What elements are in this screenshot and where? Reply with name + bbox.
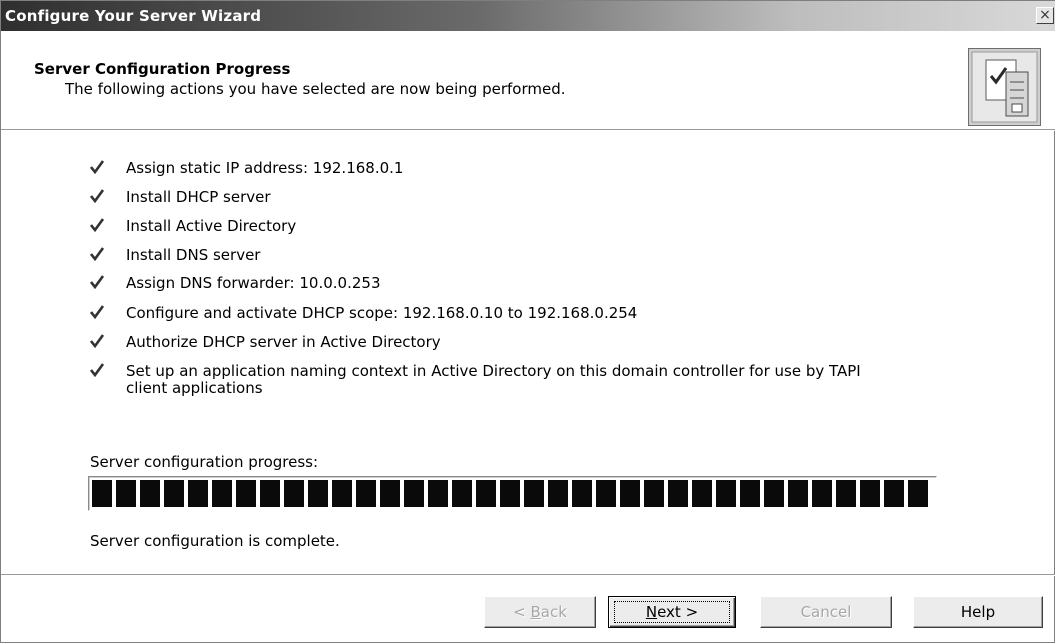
progress-block bbox=[884, 480, 904, 507]
progress-block bbox=[716, 480, 736, 507]
check-icon bbox=[90, 363, 104, 377]
header-divider bbox=[1, 129, 1055, 131]
progress-block bbox=[740, 480, 760, 507]
progress-block bbox=[788, 480, 808, 507]
progress-block bbox=[260, 480, 280, 507]
progress-block bbox=[92, 480, 112, 507]
back-button-accel: B bbox=[530, 603, 541, 621]
progress-block bbox=[140, 480, 160, 507]
progress-block bbox=[404, 480, 424, 507]
focus-ring bbox=[614, 601, 730, 623]
progress-block bbox=[428, 480, 448, 507]
progress-block bbox=[284, 480, 304, 507]
progress-block bbox=[764, 480, 784, 507]
progress-block bbox=[188, 480, 208, 507]
check-icon bbox=[90, 218, 104, 232]
progress-block bbox=[524, 480, 544, 507]
action-label: Install DNS server bbox=[126, 246, 261, 264]
progress-block bbox=[500, 480, 520, 507]
progress-bar bbox=[88, 476, 937, 511]
progress-block bbox=[836, 480, 856, 507]
action-label: Assign static IP address: 192.168.0.1 bbox=[126, 159, 404, 177]
server-checklist-icon bbox=[968, 48, 1041, 126]
check-icon bbox=[90, 189, 104, 203]
status-text: Server configuration is complete. bbox=[90, 532, 340, 550]
back-button-suffix: ack bbox=[540, 603, 567, 621]
progress-block bbox=[812, 480, 832, 507]
progress-block bbox=[356, 480, 376, 507]
next-button[interactable]: Next > bbox=[608, 596, 736, 628]
progress-block bbox=[164, 480, 184, 507]
check-icon bbox=[90, 275, 104, 289]
action-label: Configure and activate DHCP scope: 192.1… bbox=[126, 304, 638, 322]
progress-block bbox=[644, 480, 664, 507]
check-icon bbox=[90, 247, 104, 261]
progress-block bbox=[908, 480, 928, 507]
wizard-window: Configure Your Server Wizard × Server Co… bbox=[0, 0, 1055, 643]
progress-block bbox=[116, 480, 136, 507]
action-label: Install Active Directory bbox=[126, 217, 297, 235]
title-bar[interactable]: Configure Your Server Wizard × bbox=[1, 1, 1055, 31]
progress-block bbox=[692, 480, 712, 507]
progress-block bbox=[596, 480, 616, 507]
close-button[interactable]: × bbox=[1036, 7, 1054, 24]
progress-block bbox=[620, 480, 640, 507]
progress-block bbox=[860, 480, 880, 507]
back-button-prefix: < bbox=[513, 603, 531, 621]
progress-block bbox=[572, 480, 592, 507]
help-button-label: Help bbox=[960, 603, 996, 621]
page-heading: Server Configuration Progress bbox=[34, 60, 291, 78]
progress-label: Server configuration progress: bbox=[90, 453, 319, 471]
progress-block bbox=[668, 480, 688, 507]
footer-divider bbox=[1, 574, 1055, 576]
check-icon bbox=[90, 334, 104, 348]
progress-block bbox=[212, 480, 232, 507]
action-label: Set up an application naming context in … bbox=[126, 362, 861, 397]
progress-fill bbox=[92, 480, 935, 507]
check-icon bbox=[90, 305, 104, 319]
progress-block bbox=[548, 480, 568, 507]
cancel-button-label: Cancel bbox=[800, 603, 852, 621]
action-label: Authorize DHCP server in Active Director… bbox=[126, 333, 441, 351]
page-subheading: The following actions you have selected … bbox=[65, 80, 566, 98]
help-button[interactable]: Help bbox=[913, 596, 1043, 628]
check-icon bbox=[90, 160, 104, 174]
action-label: Assign DNS forwarder: 10.0.0.253 bbox=[126, 274, 381, 292]
cancel-button[interactable]: Cancel bbox=[760, 596, 892, 628]
progress-block bbox=[452, 480, 472, 507]
wizard-header: Server Configuration Progress The follow… bbox=[1, 31, 1055, 129]
back-button[interactable]: < Back bbox=[484, 596, 596, 628]
close-icon: × bbox=[1039, 7, 1051, 23]
progress-block bbox=[476, 480, 496, 507]
progress-block bbox=[236, 480, 256, 507]
progress-block bbox=[308, 480, 328, 507]
progress-block bbox=[380, 480, 400, 507]
action-label: Install DHCP server bbox=[126, 188, 271, 206]
window-title: Configure Your Server Wizard bbox=[5, 7, 262, 25]
progress-block bbox=[332, 480, 352, 507]
